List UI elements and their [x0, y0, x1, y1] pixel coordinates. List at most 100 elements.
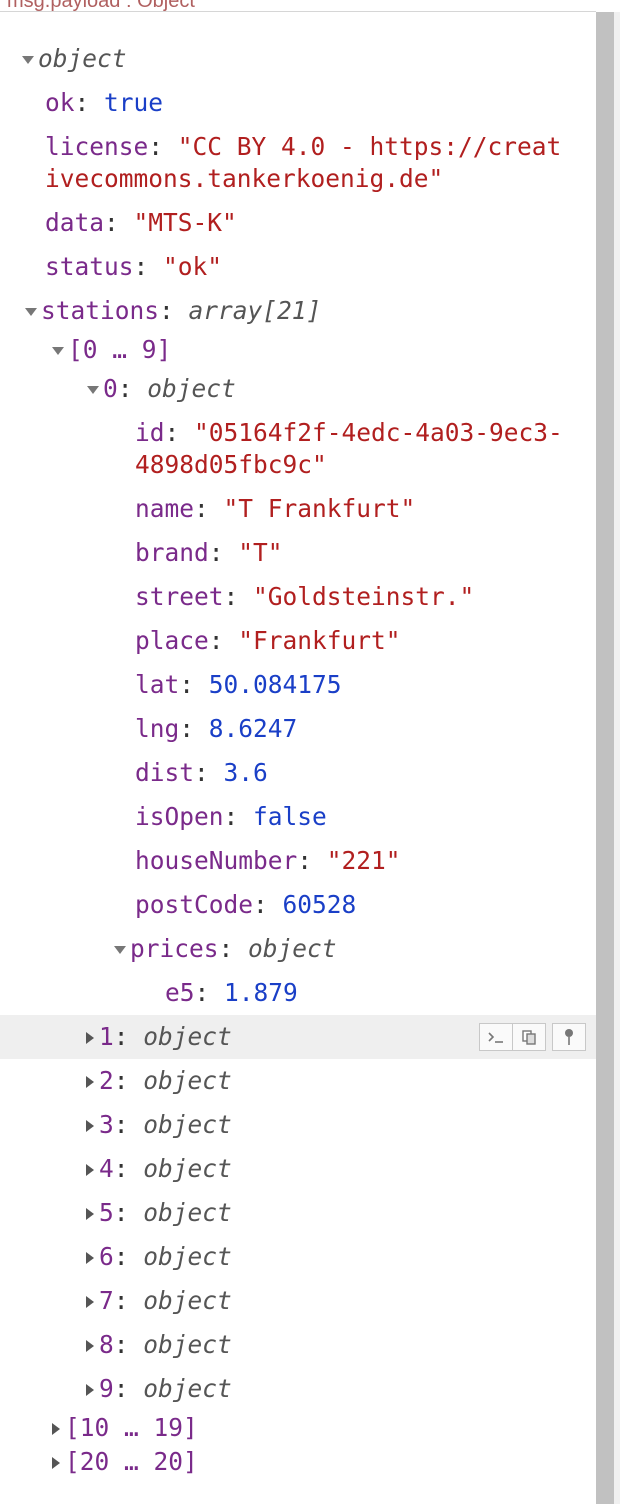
expand-toggle-icon[interactable] — [86, 1296, 94, 1308]
property-key: prices — [130, 934, 219, 963]
tree-row-station-9[interactable]: 9: object — [0, 1367, 596, 1411]
array-index: 3 — [99, 1110, 114, 1139]
type-label: object — [143, 1198, 232, 1227]
property-value: false — [253, 802, 327, 831]
collapse-toggle-icon[interactable] — [114, 946, 126, 954]
property-key: license — [45, 132, 149, 161]
property-key: name — [135, 494, 195, 523]
tree-row-station-1[interactable]: 1: object — [0, 1015, 596, 1059]
collapse-toggle-icon[interactable] — [22, 56, 34, 64]
tree-row-station-5[interactable]: 5: object — [0, 1191, 596, 1235]
property-key: postCode — [135, 890, 254, 919]
collapse-toggle-icon[interactable] — [87, 386, 99, 394]
copy-icon — [522, 1030, 536, 1045]
row-tools — [479, 1023, 586, 1051]
property-value: 60528 — [282, 890, 357, 919]
expand-toggle-icon[interactable] — [86, 1208, 94, 1220]
tree-row-status: status: "ok" — [45, 252, 223, 281]
tree-row-range-10-19[interactable]: [10 … 19] — [0, 1411, 596, 1445]
json-tree: object ok: true license: "CC BY 4.0 - ht… — [0, 37, 596, 1479]
property-value: "ok" — [163, 252, 223, 281]
tree-row-place: place: "Frankfurt" — [135, 626, 401, 655]
pin-button[interactable] — [552, 1023, 586, 1051]
array-index: 6 — [99, 1242, 114, 1271]
property-value: "T" — [238, 538, 283, 567]
array-index: 2 — [99, 1066, 114, 1095]
scrollbar[interactable] — [596, 12, 620, 1504]
property-key: lng — [135, 714, 180, 743]
property-value: "Goldsteinstr." — [253, 582, 475, 611]
tree-row-street: street: "Goldsteinstr." — [135, 582, 475, 611]
array-index: 1 — [99, 1022, 114, 1051]
property-key: place — [135, 626, 209, 655]
type-label: object — [143, 1286, 232, 1315]
tree-row-isopen: isOpen: false — [135, 802, 327, 831]
tree-row-dist: dist: 3.6 — [135, 758, 268, 787]
expand-toggle-icon[interactable] — [86, 1252, 94, 1264]
tree-row-postcode: postCode: 60528 — [135, 890, 357, 919]
property-value: "T Frankfurt" — [223, 494, 416, 523]
expand-toggle-icon[interactable] — [86, 1076, 94, 1088]
tree-row-station-4[interactable]: 4: object — [0, 1147, 596, 1191]
property-key: lat — [135, 670, 180, 699]
tree-row-stations[interactable]: stations: array[21] — [0, 289, 596, 333]
type-label: object — [38, 44, 127, 73]
property-value: true — [104, 88, 164, 117]
collapse-toggle-icon[interactable] — [52, 347, 64, 355]
expand-toggle-icon[interactable] — [52, 1423, 60, 1435]
tree-row-range-20-20[interactable]: [20 … 20] — [0, 1445, 596, 1479]
expand-toggle-icon[interactable] — [86, 1384, 94, 1396]
type-label: object — [147, 374, 236, 403]
tree-row-name: name: "T Frankfurt" — [135, 494, 416, 523]
expand-toggle-icon[interactable] — [86, 1340, 94, 1352]
type-label: object — [143, 1066, 232, 1095]
property-value: "MTS-K" — [133, 208, 237, 237]
array-index: 0 — [103, 374, 118, 403]
expand-toggle-icon[interactable] — [52, 1457, 60, 1469]
range-label: [0 … 9] — [68, 335, 172, 364]
range-label: [20 … 20] — [65, 1447, 198, 1476]
tree-row-id: id: "05164f2f-4edc-4a03-9ec3-4898d05fbc9… — [135, 418, 563, 479]
debug-message-header: msg.payload : Object — [0, 0, 596, 12]
type-label: array[21] — [188, 296, 322, 325]
tree-row-station-2[interactable]: 2: object — [0, 1059, 596, 1103]
scrollbar-thumb[interactable] — [596, 12, 614, 1504]
tree-row-data: data: "MTS-K" — [45, 208, 237, 237]
terminal-icon — [488, 1032, 503, 1043]
pin-icon — [565, 1029, 573, 1045]
tree-row-station-7[interactable]: 7: object — [0, 1279, 596, 1323]
array-index: 4 — [99, 1154, 114, 1183]
tree-row-prices[interactable]: prices: object — [0, 927, 596, 971]
property-key: dist — [135, 758, 195, 787]
tree-row-root[interactable]: object — [0, 37, 596, 81]
property-value: "221" — [326, 846, 401, 875]
property-key: id — [135, 418, 165, 447]
property-key: street — [135, 582, 224, 611]
copy-path-button[interactable] — [479, 1023, 513, 1051]
property-key: brand — [135, 538, 209, 567]
type-label: object — [248, 934, 337, 963]
tree-row-ok: ok: true — [45, 88, 164, 117]
tree-row-lng: lng: 8.6247 — [135, 714, 298, 743]
collapse-toggle-icon[interactable] — [25, 308, 37, 316]
tree-row-e5: e5: 1.879 — [165, 978, 298, 1007]
type-label: object — [143, 1022, 232, 1051]
expand-toggle-icon[interactable] — [86, 1032, 94, 1044]
tree-row-station-6[interactable]: 6: object — [0, 1235, 596, 1279]
tree-row-station-8[interactable]: 8: object — [0, 1323, 596, 1367]
expand-toggle-icon[interactable] — [86, 1164, 94, 1176]
property-value: 8.6247 — [208, 714, 298, 743]
property-value: 50.084175 — [208, 670, 342, 699]
property-key: e5 — [165, 978, 195, 1007]
expand-toggle-icon[interactable] — [86, 1120, 94, 1132]
type-label: object — [143, 1110, 232, 1139]
tree-row-range-0-9[interactable]: [0 … 9] — [0, 333, 596, 367]
copy-value-button[interactable] — [513, 1023, 546, 1051]
property-key: houseNumber — [135, 846, 298, 875]
tree-row-station-0[interactable]: 0: object — [0, 367, 596, 411]
property-key: stations — [41, 296, 160, 325]
type-label: object — [143, 1154, 232, 1183]
array-index: 5 — [99, 1198, 114, 1227]
property-value: 3.6 — [223, 758, 268, 787]
tree-row-station-3[interactable]: 3: object — [0, 1103, 596, 1147]
